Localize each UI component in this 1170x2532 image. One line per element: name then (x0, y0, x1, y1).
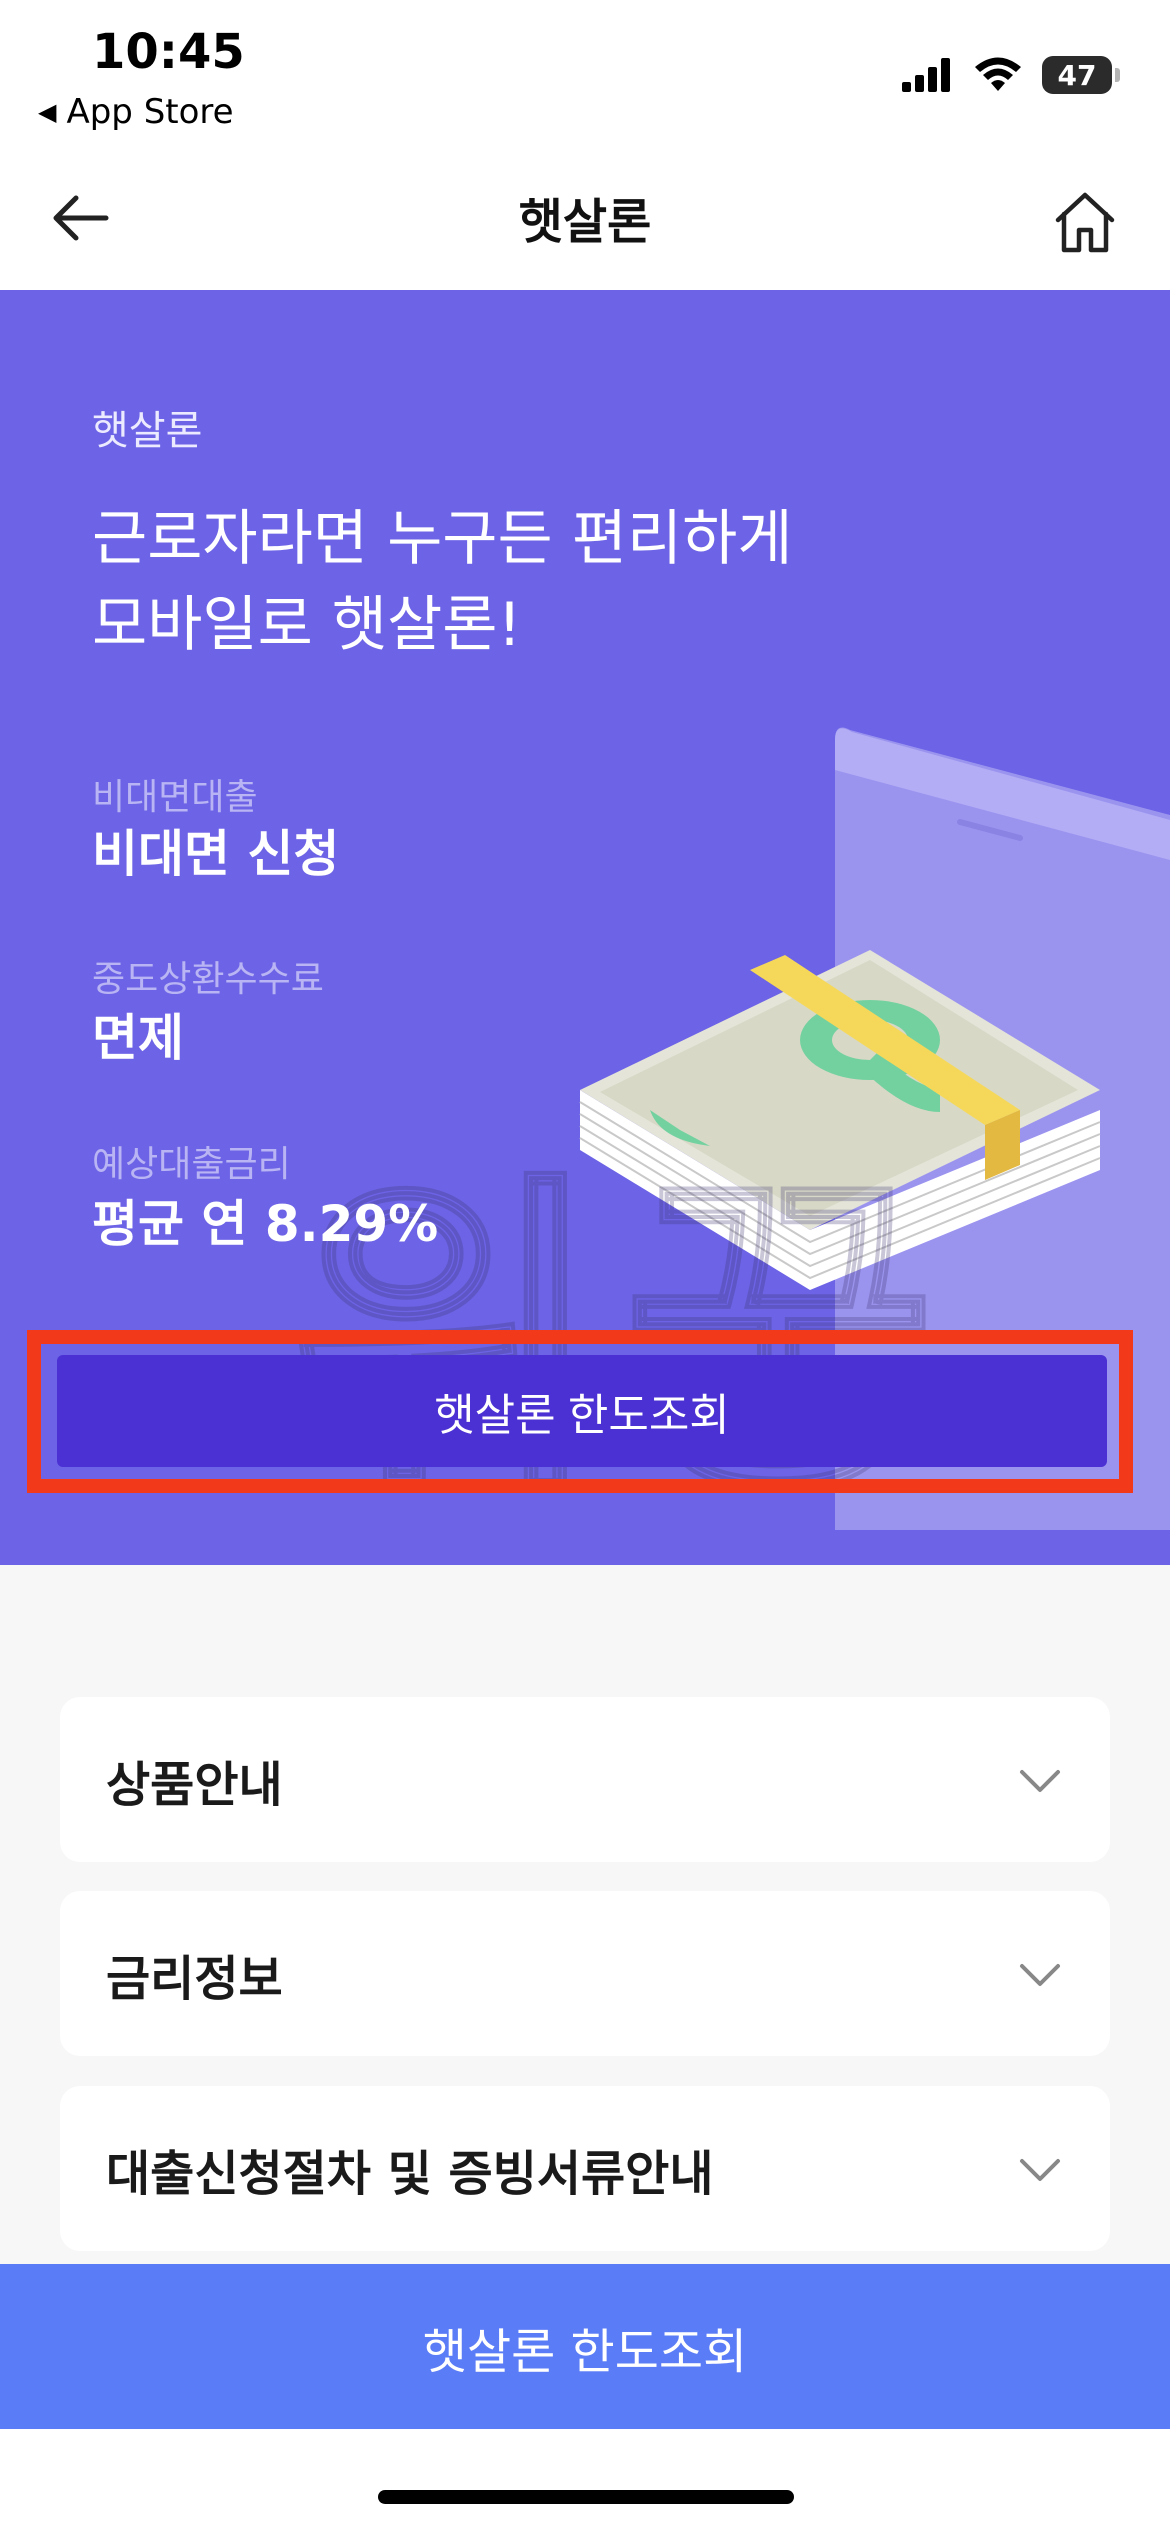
hero-headline-line2: 모바일로 햇살론! (92, 590, 522, 660)
bottom-limit-check-button[interactable]: 햇살론 한도조회 (0, 2264, 1170, 2429)
hero-headline: 근로자라면 누구든 편리하게 모바일로 햇살론! (92, 496, 793, 668)
accordion-application-process[interactable]: 대출신청절차 및 증빙서류안내 (60, 2086, 1110, 2251)
home-icon (1055, 192, 1115, 253)
chevron-down-icon (1020, 1769, 1060, 1792)
home-button[interactable] (1040, 178, 1130, 268)
hero-eyebrow: 햇살론 (92, 408, 203, 454)
cellular-signal-icon (902, 58, 950, 92)
status-bar: 10:45 ◀ App Store 47 (0, 0, 1170, 150)
chevron-down-icon (1020, 2158, 1060, 2181)
info-value-nonface: 비대면 신청 (92, 825, 340, 883)
info-label-nonface: 비대면대출 (92, 777, 258, 818)
accordion-label: 대출신청절차 및 증빙서류안내 (106, 2145, 714, 2202)
status-time: 10:45 (92, 24, 245, 80)
info-value-interest-rate: 평균 연 8.29% (92, 1195, 439, 1253)
home-indicator[interactable] (378, 2490, 794, 2504)
accordion-label: 금리정보 (106, 1950, 283, 2007)
back-triangle-icon: ◀ (38, 98, 57, 126)
wifi-icon (975, 57, 1021, 91)
accordion-rate-info[interactable]: 금리정보 (60, 1891, 1110, 2056)
status-icons: 47 (902, 50, 1120, 100)
battery-indicator: 47 (1042, 56, 1120, 94)
info-label-interest-rate: 예상대출금리 (92, 1144, 291, 1185)
chevron-down-icon (1020, 1963, 1060, 1986)
info-label-prepayment-fee: 중도상환수수료 (92, 959, 324, 1000)
accordion-product-info[interactable]: 상품안내 (60, 1697, 1110, 1862)
accordion-label: 상품안내 (106, 1756, 283, 1813)
page-title: 햇살론 (518, 194, 652, 250)
info-value-prepayment-fee: 면제 (92, 1009, 184, 1067)
hero-limit-check-button[interactable]: 햇살론 한도조회 (57, 1355, 1107, 1467)
back-to-app-link[interactable]: ◀ App Store (38, 92, 234, 132)
hero-headline-line1: 근로자라면 누구든 편리하게 (92, 504, 793, 574)
bottom-safe-area (0, 2429, 1170, 2532)
nav-bar: 햇살론 (0, 150, 1170, 290)
back-app-label: App Store (66, 92, 234, 132)
